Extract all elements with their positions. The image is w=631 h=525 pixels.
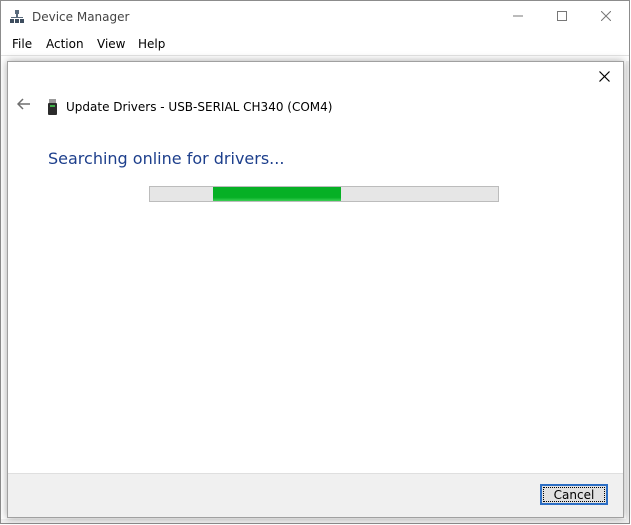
back-button[interactable]	[15, 97, 33, 115]
minimize-button[interactable]	[495, 1, 541, 33]
menu-view[interactable]: View	[97, 37, 125, 51]
maximize-button[interactable]	[539, 1, 585, 33]
cancel-button[interactable]: Cancel	[540, 484, 608, 505]
title-bar[interactable]: Device Manager	[1, 1, 629, 33]
minimize-icon	[513, 8, 523, 26]
menu-bar: File Action View Help	[1, 33, 629, 55]
dialog-close-button[interactable]	[591, 66, 617, 90]
back-arrow-icon	[16, 97, 31, 115]
menu-action[interactable]: Action	[46, 37, 84, 51]
device-tree-edge	[626, 61, 629, 521]
update-drivers-dialog: Update Drivers - USB-SERIAL CH340 (COM4)…	[7, 61, 624, 518]
status-bar	[1, 519, 629, 523]
maximize-icon	[557, 8, 567, 26]
close-icon	[598, 69, 610, 87]
dialog-footer: Cancel	[8, 473, 623, 517]
window-close-button[interactable]	[583, 1, 629, 33]
progress-bar	[149, 186, 499, 202]
device-manager-icon	[10, 10, 26, 24]
dialog-title: Update Drivers - USB-SERIAL CH340 (COM4)	[66, 100, 333, 114]
menu-file[interactable]: File	[12, 37, 32, 51]
progress-indicator	[212, 187, 342, 201]
window-title: Device Manager	[32, 10, 130, 24]
search-status-text: Searching online for drivers...	[48, 149, 285, 168]
usb-device-icon	[48, 99, 57, 115]
menu-help[interactable]: Help	[138, 37, 165, 51]
close-icon	[600, 8, 612, 26]
